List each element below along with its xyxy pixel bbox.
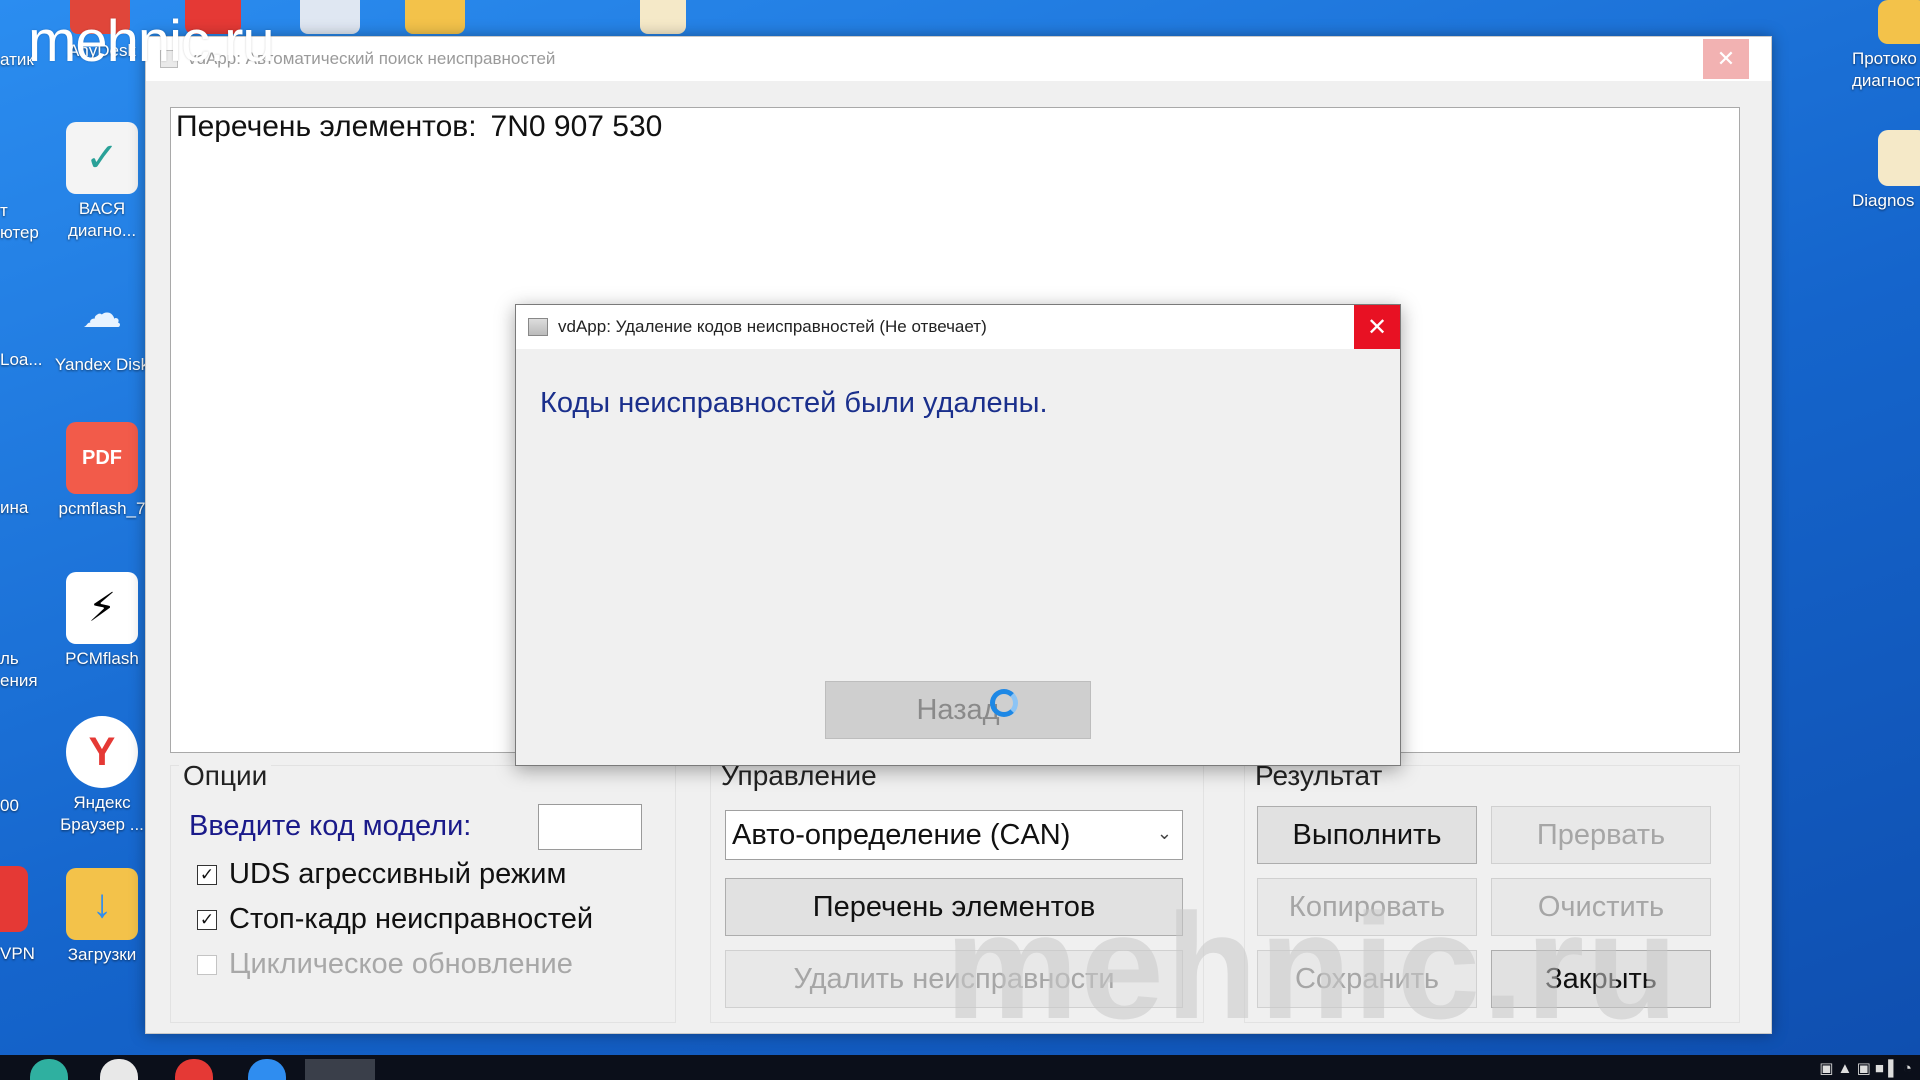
desktop-icon-label: pcmflash_7: [58, 499, 146, 518]
checkbox-label: Циклическое обновление: [229, 948, 573, 980]
select-value: Авто-определение (CAN): [732, 818, 1071, 851]
dialog-title-bar[interactable]: vdApp: Удаление кодов неисправностей (Не…: [516, 305, 1400, 349]
cyclic-update-checkbox[interactable]: Циклическое обновление: [197, 948, 573, 981]
checkbox-unchecked-icon: [197, 954, 217, 975]
list-header: Перечень элементов: 7N0 907 530: [176, 110, 662, 144]
model-code-label: Введите код модели:: [189, 810, 472, 842]
options-group: Опции Введите код модели: ✓ UDS агрессив…: [170, 760, 676, 1023]
folder-icon: [1878, 130, 1920, 186]
options-title: Опции: [179, 760, 272, 792]
taskbar-app-icon[interactable]: [175, 1059, 213, 1080]
yandex-disk-icon: ☁: [82, 292, 122, 336]
red-app-icon[interactable]: [0, 866, 28, 932]
taskbar-yandex-icon[interactable]: [100, 1059, 138, 1080]
checkbox-label: Стоп-кадр неисправностей: [229, 903, 594, 935]
close-icon: ✕: [1366, 313, 1388, 341]
dialog-message: Коды неисправностей были удалены.: [540, 387, 1048, 419]
desktop-icon-yandex-browser[interactable]: Y Яндекс Браузер ...: [47, 716, 157, 836]
desktop-icon-protocol[interactable]: Протоко диагност: [1838, 0, 1920, 92]
desktop-icon-diagnos[interactable]: Diagnos: [1838, 130, 1920, 212]
main-close-button[interactable]: ✕: [1703, 39, 1749, 79]
taskbar-vdapp-icon[interactable]: [305, 1059, 375, 1080]
checkbox-checked-icon: ✓: [197, 909, 217, 930]
list-code: 7N0 907 530: [490, 110, 663, 143]
protocol-select[interactable]: Авто-определение (CAN) ⌄: [725, 810, 1183, 860]
close-icon: ✕: [1716, 46, 1736, 71]
taskbar-browser-icon[interactable]: [30, 1059, 68, 1080]
cut-label[interactable]: т ютер: [0, 200, 39, 244]
watermark-top: mehnic.ru: [28, 9, 275, 74]
cut-label[interactable]: Loa...: [0, 350, 43, 370]
desktop-icon-pcmflash-pdf[interactable]: PDF pcmflash_7: [47, 422, 157, 520]
vasya-diagnostic-icon: ✓: [66, 122, 138, 194]
list-label: Перечень элементов:: [176, 110, 477, 143]
pdf-icon: PDF: [66, 422, 138, 494]
cut-label[interactable]: ина: [0, 498, 28, 518]
downloads-folder-icon: ↓: [66, 868, 138, 940]
cut-label[interactable]: ль ения: [0, 648, 38, 692]
loading-spinner-icon: [990, 689, 1018, 717]
desktop-icon-label: PCMflash: [65, 649, 139, 668]
freeze-frame-checkbox[interactable]: ✓ Стоп-кадр неисправностей: [197, 903, 593, 936]
app-icon: [528, 318, 548, 336]
taskbar-folder-icon[interactable]: [248, 1059, 286, 1080]
taskbar: ▣ ▲ ▣ ■ ▌ ◔: [0, 1055, 1920, 1080]
checkbox-label: UDS агрессивный режим: [229, 858, 567, 890]
system-tray[interactable]: ▣ ▲ ▣ ■ ▌ ◔: [1819, 1059, 1912, 1077]
desktop-icon-label: Загрузки: [67, 945, 137, 964]
lightning-icon: ⚡: [66, 572, 138, 644]
cut-label[interactable]: 00: [0, 796, 19, 816]
delete-codes-dialog: vdApp: Удаление кодов неисправностей (Не…: [515, 304, 1401, 766]
top-doc-icon[interactable]: [640, 0, 686, 34]
dialog-title: vdApp: Удаление кодов неисправностей (Не…: [558, 317, 987, 336]
desktop-icon-pcmflash[interactable]: ⚡ PCMflash: [47, 572, 157, 670]
desktop-icon-label: Протоко диагност: [1852, 49, 1920, 90]
desktop-icon-label: Diagnos: [1852, 191, 1915, 210]
desktop-icon-vasya[interactable]: ✓ ВАСЯ диагно...: [47, 122, 157, 242]
top-recorder-icon[interactable]: [300, 0, 360, 34]
folder-icon: [1878, 0, 1920, 44]
uds-aggressive-checkbox[interactable]: ✓ UDS агрессивный режим: [197, 858, 566, 891]
model-code-input[interactable]: [538, 804, 642, 850]
stop-button[interactable]: Прервать: [1491, 806, 1711, 864]
desktop-icon-label: Yandex Disk: [54, 355, 150, 374]
desktop-icon-downloads[interactable]: ↓ Загрузки: [47, 868, 157, 966]
top-folder-icon[interactable]: [405, 0, 465, 34]
watermark-bottom: mehnic.ru: [945, 882, 1680, 1050]
chevron-down-icon: ⌄: [1156, 823, 1172, 843]
cut-label[interactable]: VPN: [0, 944, 35, 964]
run-button[interactable]: Выполнить: [1257, 806, 1477, 864]
desktop-icon-yandex-disk[interactable]: ☁ Yandex Disk: [47, 278, 157, 376]
yandex-browser-icon: Y: [66, 716, 138, 788]
desktop-icon-label: ВАСЯ диагно...: [67, 199, 137, 240]
checkbox-checked-icon: ✓: [197, 864, 217, 885]
back-button[interactable]: Назад: [825, 681, 1091, 739]
dialog-close-button[interactable]: ✕: [1354, 305, 1400, 349]
main-title-bar[interactable]: vdApp: Автоматический поиск неисправност…: [146, 37, 1771, 81]
desktop-icon-label: Яндекс Браузер ...: [60, 793, 144, 834]
